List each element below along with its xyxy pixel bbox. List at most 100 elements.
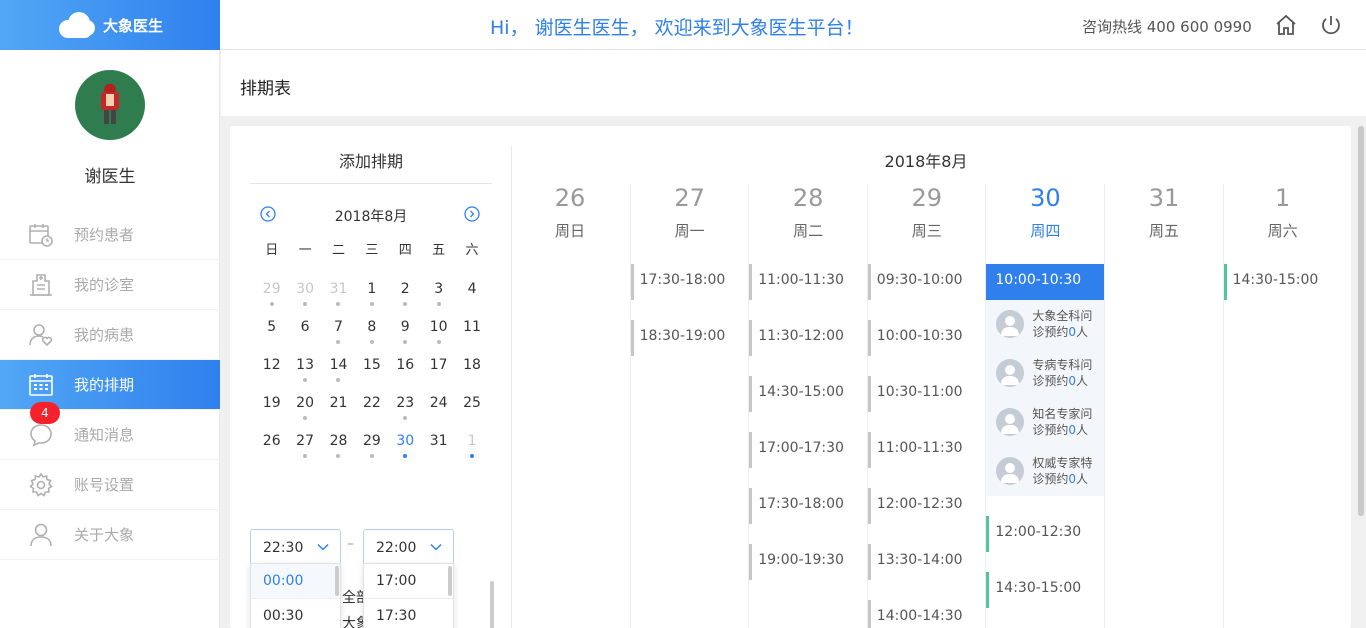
sidebar-item-notifications[interactable]: 4 通知消息 (0, 402, 220, 460)
sidebar-item-schedule[interactable]: 我的排期 (0, 360, 220, 410)
calendar-day[interactable]: 8 (355, 317, 388, 355)
logo[interactable]: 大象医生 (0, 0, 220, 50)
day-number: 28 (792, 184, 824, 212)
service-item[interactable]: 专病专科问 诊预约0人 (996, 353, 1104, 393)
calendar-day[interactable]: 4 (455, 279, 488, 317)
time-slot[interactable]: 11:30-12:00 (749, 320, 867, 356)
time-slot[interactable]: 10:00-10:30 (867, 320, 986, 356)
schedule-dot (336, 454, 341, 458)
calendar-day[interactable]: 23 (389, 393, 422, 431)
home-icon[interactable] (1274, 13, 1298, 37)
calendar-day[interactable]: 7 (322, 317, 355, 355)
sidebar-item-appointments[interactable]: 预约患者 (0, 210, 220, 260)
calendar-day-number: 29 (262, 281, 281, 297)
calendar-day-number: 9 (400, 319, 410, 335)
time-slot-active[interactable]: 10:00-10:30 (986, 264, 1105, 300)
calendar-day[interactable]: 26 (255, 431, 288, 469)
calendar-day[interactable]: 20 (288, 393, 321, 431)
sidebar-item-about[interactable]: 关于大象 (0, 510, 220, 560)
calendar-day[interactable]: 6 (288, 317, 321, 355)
calendar-day[interactable]: 9 (389, 317, 422, 355)
calendar-day-number: 5 (267, 319, 277, 335)
count-unit: 人 (1076, 423, 1089, 437)
time-slot[interactable]: 12:00-12:30 (986, 516, 1104, 552)
calendar-day[interactable]: 30 (389, 431, 422, 469)
time-slot[interactable]: 11:00-11:30 (867, 432, 986, 468)
calendar-day[interactable]: 29 (255, 279, 288, 317)
patient-heart-icon (28, 322, 54, 348)
calendar-day-number: 8 (367, 319, 377, 335)
time-slot[interactable]: 17:30-18:00 (630, 264, 749, 300)
start-time-select[interactable]: 22:30 (250, 529, 341, 565)
time-slot[interactable]: 19:00-19:30 (749, 544, 867, 580)
panel-scrollbar[interactable] (490, 581, 494, 628)
page-scrollbar[interactable] (1358, 126, 1364, 516)
service-item[interactable]: 权威专家特 诊预约0人 (996, 451, 1104, 491)
time-slot[interactable]: 14:30-15:00 (1223, 264, 1342, 300)
calendar-week: 29 30 31 1 2 3 4 (255, 279, 491, 317)
calendar-day[interactable]: 15 (355, 355, 388, 393)
day-weekday: 周日 (554, 222, 585, 240)
power-icon[interactable] (1319, 13, 1343, 37)
sidebar-item-settings[interactable]: 账号设置 (0, 460, 220, 510)
time-slot[interactable]: 18:30-19:00 (630, 320, 749, 356)
time-slot[interactable]: 12:00-12:30 (867, 488, 986, 524)
gear-icon (28, 472, 54, 498)
calendar-day[interactable]: 14 (322, 355, 355, 393)
dropdown-option[interactable]: 17:30 (364, 599, 453, 628)
service-item[interactable]: 知名专家问 诊预约0人 (996, 402, 1104, 442)
calendar-day[interactable]: 17 (422, 355, 455, 393)
time-slot[interactable]: 17:00-17:30 (749, 432, 867, 468)
calendar-day[interactable]: 1 (355, 279, 388, 317)
calendar-day-number: 11 (463, 319, 481, 335)
calendar-day[interactable]: 27 (288, 431, 321, 469)
next-month-icon[interactable] (464, 206, 480, 222)
calendar-day[interactable]: 28 (322, 431, 355, 469)
dropdown-option[interactable]: 17:00 (364, 564, 453, 599)
weekday-label: 二 (331, 243, 345, 258)
dropdown-option[interactable]: 00:30 (251, 599, 340, 628)
calendar-day[interactable]: 16 (389, 355, 422, 393)
dropdown-option[interactable]: 00:00 (251, 564, 340, 599)
sidebar-item-patients[interactable]: 我的病患 (0, 310, 220, 360)
service-item[interactable]: 大象全科问 诊预约0人 (996, 304, 1104, 344)
calendar-day[interactable]: 12 (255, 355, 288, 393)
doctor-avatar[interactable] (75, 70, 145, 140)
calendar-day[interactable]: 5 (255, 317, 288, 355)
time-slot[interactable]: 14:30-15:00 (986, 572, 1104, 608)
calendar-day[interactable]: 21 (322, 393, 355, 431)
day-weekday: 周二 (793, 222, 824, 240)
appointment-count: 0 (1068, 325, 1077, 339)
time-slot[interactable]: 14:00-14:30 (867, 600, 986, 628)
end-time-select[interactable]: 22:00 (363, 529, 454, 565)
time-slot[interactable]: 17:30-18:00 (749, 488, 867, 524)
calendar-day[interactable]: 13 (288, 355, 321, 393)
service-text: 权威专家特 诊预约0人 (1032, 455, 1092, 487)
sidebar-item-clinic[interactable]: 我的诊室 (0, 260, 220, 310)
calendar-day[interactable]: 31 (422, 431, 455, 469)
calendar-day[interactable]: 30 (288, 279, 321, 317)
calendar-day[interactable]: 25 (455, 393, 488, 431)
dropdown-scrollbar[interactable] (448, 566, 452, 596)
user-avatar-icon (996, 359, 1025, 387)
dropdown-scrollbar[interactable] (335, 566, 339, 596)
time-slot[interactable]: 13:30-14:00 (867, 544, 986, 580)
calendar-day[interactable]: 29 (355, 431, 388, 469)
time-slot[interactable]: 14:30-15:00 (749, 376, 867, 412)
calendar-day[interactable]: 1 (455, 431, 488, 469)
calendar-day[interactable]: 19 (255, 393, 288, 431)
calendar-day-number: 2 (400, 281, 410, 297)
calendar-day[interactable]: 18 (455, 355, 488, 393)
calendar-day[interactable]: 22 (355, 393, 388, 431)
calendar-day[interactable]: 31 (322, 279, 355, 317)
time-slot[interactable]: 09:30-10:00 (867, 264, 986, 300)
calendar-day[interactable]: 24 (422, 393, 455, 431)
calendar-day[interactable]: 10 (422, 317, 455, 355)
calendar-day[interactable]: 3 (422, 279, 455, 317)
service-list: 大象全科问 诊预约0人 专病专科问 诊预约0人 知名专家问 诊预约0人权威专家特 诊预约0人 (986, 300, 1105, 496)
calendar-day[interactable]: 11 (455, 317, 488, 355)
time-slot[interactable]: 10:30-11:00 (867, 376, 986, 412)
time-slot[interactable]: 11:00-11:30 (749, 264, 867, 300)
calendar-day[interactable]: 2 (389, 279, 422, 317)
service-count-line: 诊预约0人 (1032, 422, 1092, 438)
